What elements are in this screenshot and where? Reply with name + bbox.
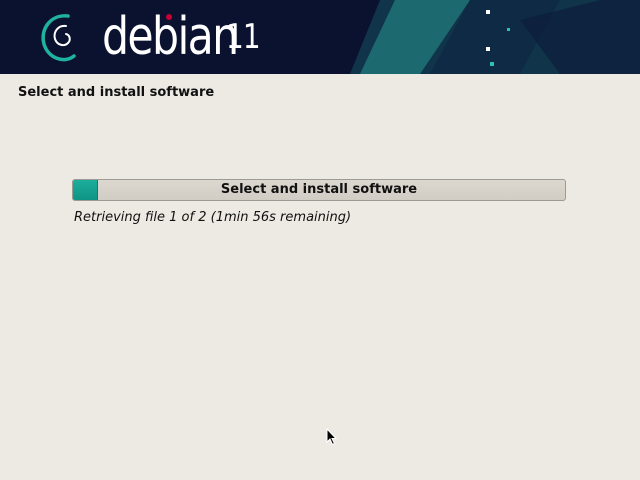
debian-swirl-icon <box>41 14 76 62</box>
progress-label: Select and install software <box>220 182 418 197</box>
logo-dot <box>166 14 172 20</box>
debian-banner: debian 11 <box>0 0 640 74</box>
banner-graphic <box>350 0 640 74</box>
progress-bar: Select and install software <box>72 179 566 201</box>
progress-status-text: Retrieving file 1 of 2 (1min 56s remaini… <box>74 210 352 225</box>
debian-version: 11 <box>226 17 261 57</box>
page-title: Select and install software <box>18 85 215 100</box>
mouse-cursor-icon <box>326 428 338 446</box>
